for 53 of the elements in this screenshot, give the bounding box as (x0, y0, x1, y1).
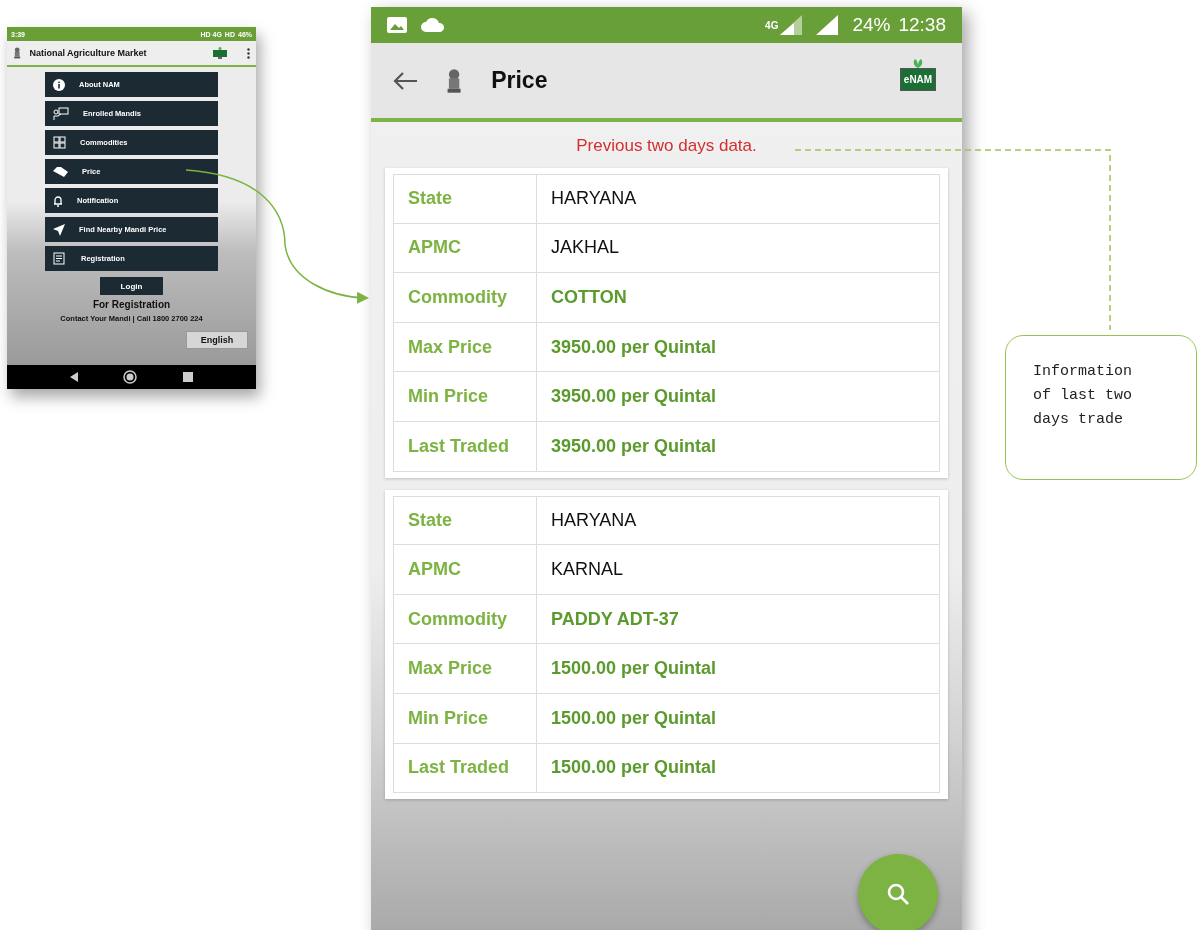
battery-level: 24% (852, 14, 891, 36)
info-icon (53, 78, 65, 91)
field-label: APMC (394, 545, 537, 594)
field-label: Max Price (394, 644, 537, 693)
more-menu-icon[interactable] (247, 47, 250, 59)
search-icon (886, 882, 910, 906)
enam-logo: eNAM (896, 57, 940, 104)
registration-heading: For Registration (92, 299, 171, 310)
field-label: Commodity (394, 273, 537, 322)
status-time: 12:38 (898, 14, 946, 36)
callout-text: Information of last two days trade (1033, 362, 1134, 430)
language-button[interactable]: English (186, 331, 248, 349)
notice-text: Previous two days data. (576, 136, 757, 156)
tag-icon (53, 166, 68, 177)
back-icon[interactable] (69, 372, 78, 382)
field-label: Min Price (394, 693, 537, 743)
field-label: Min Price (394, 372, 537, 421)
signal-icon (816, 15, 839, 35)
enam-logo-icon (213, 46, 227, 60)
field-label: State (394, 496, 537, 545)
field-label: Max Price (394, 322, 537, 372)
field-label: Last Traded (394, 743, 537, 793)
field-value: 1500.00 per Quintal (550, 706, 718, 730)
field-label: Commodity (394, 594, 537, 644)
field-value: COTTON (550, 286, 628, 309)
field-label: APMC (394, 223, 537, 273)
cloud-icon (421, 18, 445, 32)
back-arrow-icon[interactable] (393, 71, 417, 90)
field-value: 1500.00 per Quintal (550, 657, 718, 681)
grid-icon (53, 136, 66, 149)
presenter-icon (53, 106, 69, 121)
app-title: National Agriculture Market (29, 48, 148, 58)
field-label: Last Traded (394, 421, 537, 471)
network-label: 4G (765, 19, 779, 31)
field-value: PADDY ADT-37 (550, 607, 680, 631)
field-value: JAKHAL (550, 236, 621, 260)
home-icon[interactable] (123, 370, 138, 384)
field-value: KARNAL (550, 557, 625, 581)
navigation-arrow-icon (53, 223, 65, 236)
field-value: 3950.00 per Quintal (550, 335, 718, 359)
recents-icon[interactable] (183, 372, 194, 382)
field-value: HARYANA (550, 187, 638, 211)
image-icon (387, 17, 407, 33)
signal-icon (780, 15, 803, 35)
screen-title: Price (491, 67, 549, 94)
form-icon (53, 252, 67, 265)
field-label: State (394, 175, 537, 223)
login-button[interactable]: Login (100, 277, 163, 295)
bell-icon (53, 194, 63, 207)
field-value: HARYANA (550, 508, 638, 532)
field-value: 3950.00 per Quintal (550, 434, 718, 458)
field-value: 3950.00 per Quintal (550, 385, 718, 409)
field-value: 1500.00 per Quintal (550, 756, 718, 780)
